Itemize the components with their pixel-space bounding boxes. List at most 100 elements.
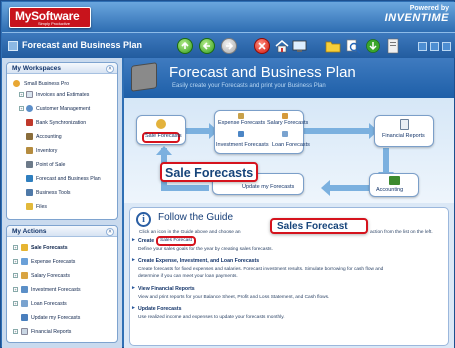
financial-reports-node[interactable] <box>374 115 434 147</box>
sale-forecasts-icon <box>21 244 28 251</box>
go-up-icon[interactable] <box>177 38 193 54</box>
report-icon <box>400 119 409 130</box>
back-arrow-icon[interactable] <box>199 38 215 54</box>
expense-forecasts-node-label[interactable]: Expense Forecasts <box>218 120 265 126</box>
salary-icon <box>282 113 288 119</box>
expand-icon[interactable]: + <box>13 259 18 264</box>
collapse-chevron-icon[interactable]: ˄ <box>106 65 114 73</box>
monitor-icon[interactable] <box>292 38 308 54</box>
expand-icon[interactable]: + <box>13 301 18 306</box>
powered-by-label: Powered by <box>409 5 449 12</box>
action-item-sale-forecasts[interactable]: Sale Forecasts <box>31 245 68 251</box>
step-update-desc: Use realized income and expenses to upda… <box>138 315 285 320</box>
bullet-arrow-icon: ► <box>131 257 136 263</box>
step-update-title[interactable]: Update Forecasts <box>138 306 182 312</box>
workspaces-panel: My Workspaces ˄ Small Business Pro + Invo… <box>6 62 118 220</box>
workspace-item-point-of-sale[interactable]: Point of Sale <box>36 162 65 168</box>
step-expense-title[interactable]: Create Expense, Investment, and Loan For… <box>138 258 259 264</box>
magnifier-icon[interactable] <box>345 38 361 54</box>
powered-by: Powered by INVENTIME <box>369 5 449 29</box>
step-expense-desc-2: determine if you can meet your loan paym… <box>138 274 238 279</box>
create-label: Create <box>138 238 155 244</box>
workspace-item-invoices[interactable]: Invoices and Estimates <box>36 92 89 98</box>
maximize-icon[interactable] <box>430 42 439 51</box>
info-icon: i <box>136 212 151 227</box>
actions-header[interactable]: My Actions ˄ <box>7 226 117 237</box>
investment-forecasts-icon <box>21 286 28 293</box>
home-icon[interactable] <box>274 38 290 54</box>
step-reports-desc: View and print reports for your Balance … <box>138 295 330 300</box>
create-desc: Define your sales goals for the year by … <box>138 247 273 252</box>
ledger-icon <box>389 176 400 185</box>
guide-panel: i Follow the Guide Click an icon in the … <box>129 207 449 346</box>
customer-icon <box>26 105 33 112</box>
action-item-financial-reports[interactable]: Financial Reports <box>31 329 71 335</box>
forward-arrow-icon[interactable] <box>221 38 237 54</box>
workspace-item-bank-sync[interactable]: Bank Synchronization <box>36 120 86 126</box>
action-item-expense-forecasts[interactable]: Expense Forecasts <box>31 259 75 265</box>
expand-icon[interactable]: + <box>19 106 24 111</box>
sale-forecasts-callout: Sale Forecasts <box>160 162 258 182</box>
close-icon[interactable] <box>442 42 451 51</box>
expand-icon[interactable]: + <box>19 92 24 97</box>
main-subtitle: Easily create your Forecasts and print y… <box>172 83 326 89</box>
workspace-item-inventory[interactable]: Inventory <box>36 148 57 154</box>
expense-icon <box>238 113 244 119</box>
restore-icon[interactable] <box>418 42 427 51</box>
workspace-item-accounting[interactable]: Accounting <box>36 134 62 140</box>
action-item-salary-forecasts[interactable]: Salary Forecasts <box>31 273 70 279</box>
workspace-item-small-business-pro[interactable]: Small Business Pro <box>24 81 69 87</box>
mysoftware-logo: MySoftware Simply Productive <box>9 7 91 28</box>
inventory-icon <box>26 147 33 154</box>
workspace-item-files[interactable]: Files <box>36 204 47 210</box>
workspace-item-customer-management[interactable]: Customer Management <box>36 106 90 112</box>
salary-forecasts-icon <box>21 272 28 279</box>
investment-forecasts-node-label[interactable]: Investment Forecasts <box>216 142 269 148</box>
bullet-arrow-icon: ► <box>131 305 136 311</box>
collapse-chevron-icon[interactable]: ˄ <box>106 228 114 236</box>
bullet-arrow-icon: ► <box>131 237 136 243</box>
top-banner: MySoftware Simply Productive Powered by … <box>2 2 455 32</box>
accounting-node[interactable] <box>369 173 419 197</box>
workspaces-header[interactable]: My Workspaces ˄ <box>7 63 117 74</box>
folder-icon[interactable] <box>325 38 341 54</box>
workspace-item-forecast[interactable]: Forecast and Business Plan <box>36 176 101 182</box>
guide-title: Follow the Guide <box>158 212 234 223</box>
main-header: Forecast and Business Plan Easily create… <box>124 58 454 98</box>
sale-forecasts-node-label[interactable]: Sale Forecasts <box>145 133 182 139</box>
action-item-update-forecasts[interactable]: Update my Forecasts <box>31 315 80 321</box>
forecast-flow-diagram: Sale Forecasts Expense Forecasts Salary … <box>124 98 454 203</box>
loan-forecasts-node-label[interactable]: Loan Forecasts <box>272 142 310 148</box>
title-toolbar: Forecast and Business Plan <box>2 32 455 58</box>
sidebar: My Workspaces ˄ Small Business Pro + Invo… <box>2 58 122 348</box>
sales-forecast-callout: Sales Forecast <box>270 218 368 234</box>
action-item-loan-forecasts[interactable]: Loan Forecasts <box>31 301 67 307</box>
main-title: Forecast and Business Plan <box>169 64 356 81</box>
expand-icon[interactable]: + <box>13 245 18 250</box>
help-book-icon[interactable] <box>385 38 401 54</box>
logo-tagline: Simply Productive <box>38 21 71 26</box>
stop-icon[interactable] <box>254 38 270 54</box>
expand-icon[interactable]: + <box>13 287 18 292</box>
small-business-icon <box>13 80 20 87</box>
step-reports-title[interactable]: View Financial Reports <box>138 286 195 292</box>
window-title: Forecast and Business Plan <box>22 40 143 50</box>
action-item-investment-forecasts[interactable]: Investment Forecasts <box>31 287 81 293</box>
actions-panel: My Actions ˄ + Sale Forecasts + Expense F… <box>6 225 118 343</box>
loan-icon <box>282 131 288 137</box>
app-window: MySoftware Simply Productive Powered by … <box>0 0 455 348</box>
window-icon <box>8 41 18 51</box>
files-folder-icon <box>26 203 33 210</box>
workspace-item-business-tools[interactable]: Business Tools <box>36 190 71 196</box>
expand-icon[interactable]: + <box>13 329 18 334</box>
coins-icon <box>156 119 166 129</box>
step-expense-desc-1: Create forecasts for fixed expenses and … <box>138 267 384 272</box>
guide-intro-right: action from the list on the left. <box>370 230 433 235</box>
accounting-node-label[interactable]: Accounting <box>376 187 403 193</box>
update-forecasts-node-label[interactable]: Update my Forecasts <box>242 184 294 190</box>
financial-reports-node-label[interactable]: Financial Reports <box>382 133 425 139</box>
create-sales-forecast-link[interactable]: Sales Forecast <box>160 238 192 243</box>
expand-icon[interactable]: + <box>13 273 18 278</box>
salary-forecasts-node-label[interactable]: Salary Forecasts <box>267 120 308 126</box>
download-icon[interactable] <box>365 38 381 54</box>
